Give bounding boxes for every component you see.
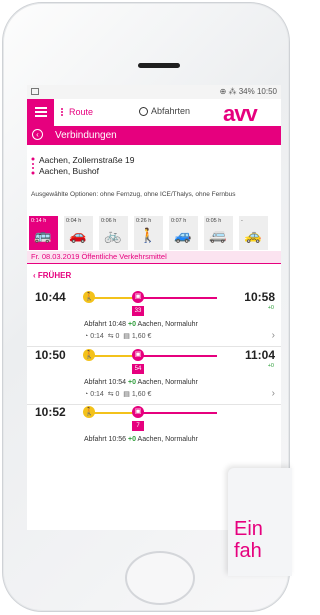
tab-departures[interactable]: Abfahrten: [139, 106, 190, 117]
menu-button[interactable]: [27, 99, 54, 126]
route-pin-icon: [31, 157, 35, 175]
bus-icon: ▣: [132, 291, 144, 303]
origin-address[interactable]: Aachen, Zollernstraße 19: [39, 155, 134, 165]
chevron-right-icon: ›: [271, 330, 275, 341]
overlay-text-line1: Ein: [234, 518, 263, 540]
arrival-time: 10:58: [244, 290, 275, 304]
clock-icon: [139, 107, 148, 117]
bus-icon: ▣: [132, 349, 144, 361]
bike-ride-icon: 🚐: [209, 227, 227, 243]
phone-speaker: [138, 63, 180, 68]
departure-detail: Abfahrt 10:48 +0 Aachen, Normaluhr: [84, 321, 198, 328]
app-bar: Route Abfahrten avv: [27, 99, 281, 126]
line-number: 7: [132, 421, 144, 431]
mode-public-transport[interactable]: 0:14 h 🚌: [29, 216, 58, 250]
mode-bike-ride[interactable]: 0:05 h 🚐: [204, 216, 233, 250]
walk-icon: 🚶: [83, 291, 95, 303]
page-title: Verbindungen: [55, 130, 117, 141]
status-bar: ⊕ ⁂ 34% 10:50: [27, 85, 281, 99]
departure-time: 10:44: [35, 290, 66, 304]
title-bar: ‹ Verbindungen: [27, 126, 281, 145]
earlier-button[interactable]: ‹ FRÜHER: [33, 271, 71, 280]
mode-park-ride[interactable]: 0:07 h 🚙: [169, 216, 198, 250]
destination-address[interactable]: Aachen, Bushof: [39, 166, 99, 176]
departure-time: 10:50: [35, 348, 66, 362]
overlay-card: Ein fah: [228, 468, 292, 576]
car-icon: 🚗: [69, 227, 87, 243]
overlay-text-line2: fah: [234, 540, 262, 562]
home-button[interactable]: [125, 551, 195, 605]
mode-bicycle[interactable]: 0:06 h 🚲: [99, 216, 128, 250]
arrival-delay: +0: [267, 305, 274, 311]
connection-meta: ◔ 0:14 ⇆ 0 ▤ 1,60 €: [84, 391, 152, 398]
status-right: ⊕ ⁂ 34% 10:50: [219, 87, 277, 96]
mode-taxi[interactable]: - 🚕: [239, 216, 268, 250]
date-bar: Fr. 08.03.2019 Öffentliche Verkehrsmitte…: [27, 251, 281, 264]
route-icon: [59, 108, 65, 117]
arrival-time: 11:04: [244, 348, 275, 362]
tab-route[interactable]: Route: [59, 107, 93, 117]
back-button[interactable]: ‹: [32, 129, 43, 140]
app-screen: ⊕ ⁂ 34% 10:50 Route Abfahrten avv ‹ Verb…: [27, 85, 281, 530]
taxi-icon: 🚕: [244, 227, 262, 243]
walk-icon: 🚶: [83, 406, 95, 418]
bicycle-icon: 🚲: [104, 227, 122, 243]
bus-icon: 🚌: [34, 227, 52, 243]
avv-logo: avv: [223, 101, 258, 126]
departure-detail: Abfahrt 10:56 +0 Aachen, Normaluhr: [84, 436, 198, 443]
line-number: 54: [132, 364, 144, 374]
walk-icon: 🚶: [83, 349, 95, 361]
chevron-right-icon: ›: [271, 388, 275, 399]
line-number: 33: [132, 306, 144, 316]
transport-modes: 0:14 h 🚌 0:04 h 🚗 0:06 h 🚲 0:26 h 🚶 0:07 h 🚙 …: [29, 216, 279, 250]
park-ride-icon: 🚙: [174, 227, 192, 243]
bus-icon: ▣: [132, 406, 144, 418]
walk-icon: 🚶: [139, 227, 157, 243]
departure-time: 10:52: [35, 405, 66, 419]
menu-icon: [35, 107, 47, 109]
mode-walk[interactable]: 0:26 h 🚶: [134, 216, 163, 250]
departure-detail: Abfahrt 10:54 +0 Aachen, Normaluhr: [84, 379, 198, 386]
mode-car[interactable]: 0:04 h 🚗: [64, 216, 93, 250]
image-icon: [31, 88, 39, 95]
selected-options: Ausgewählte Optionen: ohne Fernzug, ohne…: [31, 191, 236, 198]
arrival-delay: +0: [267, 363, 274, 369]
connection-meta: ◔ 0:14 ⇆ 0 ▤ 1,60 €: [84, 333, 152, 340]
